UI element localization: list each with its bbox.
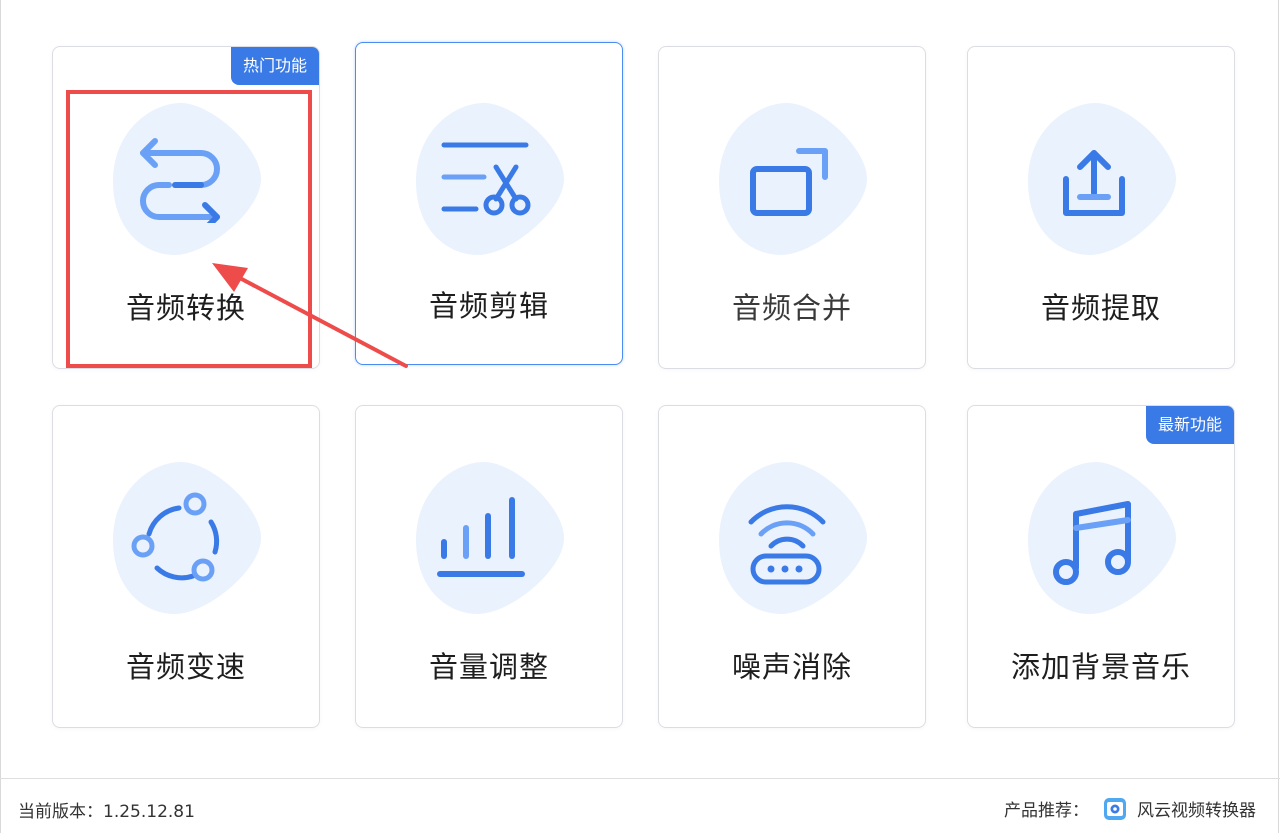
- export-upload-icon: [1063, 150, 1125, 216]
- card-label: 音频合并: [731, 291, 852, 325]
- card-audio-merge[interactable]: 音频合并: [658, 46, 926, 369]
- card-label: 音频提取: [1040, 291, 1161, 325]
- hot-feature-badge: 热门功能: [230, 47, 319, 85]
- card-label: 噪声消除: [731, 650, 852, 684]
- video-converter-app-icon[interactable]: [1103, 797, 1127, 821]
- card-add-background-music[interactable]: 最新功能 添加背景音乐: [967, 405, 1235, 728]
- noise-reduction-icon: [748, 504, 826, 585]
- card-audio-edit[interactable]: 音频剪辑: [355, 42, 623, 365]
- product-recommendation: 产品推荐： 风云视频转换器: [1004, 796, 1256, 821]
- volume-bars-icon: [437, 497, 525, 577]
- card-label: 音频转换: [125, 291, 246, 325]
- card-label: 添加背景音乐: [1010, 650, 1191, 684]
- card-audio-extract[interactable]: 音频提取: [967, 46, 1235, 369]
- new-feature-badge: 最新功能: [1145, 406, 1234, 444]
- status-footer: 当前版本：1.25.12.81 产品推荐： 风云视频转换器: [0, 778, 1280, 834]
- scissors-icon: [441, 142, 531, 216]
- card-label: 音频剪辑: [428, 289, 549, 323]
- speed-circle-icon: [131, 492, 220, 582]
- version-text: 当前版本：1.25.12.81: [18, 802, 195, 822]
- merge-windows-icon: [750, 148, 828, 216]
- card-audio-convert[interactable]: 热门功能 音频转换: [52, 46, 320, 369]
- card-noise-removal[interactable]: 噪声消除: [658, 405, 926, 728]
- card-audio-speed[interactable]: 音频变速: [52, 405, 320, 728]
- music-note-icon: [1053, 501, 1131, 585]
- product-link[interactable]: 风云视频转换器: [1137, 796, 1256, 821]
- card-volume-adjust[interactable]: 音量调整: [355, 405, 623, 728]
- recommend-label: 产品推荐：: [1004, 801, 1089, 821]
- card-label: 音频变速: [125, 650, 246, 684]
- convert-arrows-icon: [140, 138, 220, 223]
- card-label: 音量调整: [428, 650, 549, 684]
